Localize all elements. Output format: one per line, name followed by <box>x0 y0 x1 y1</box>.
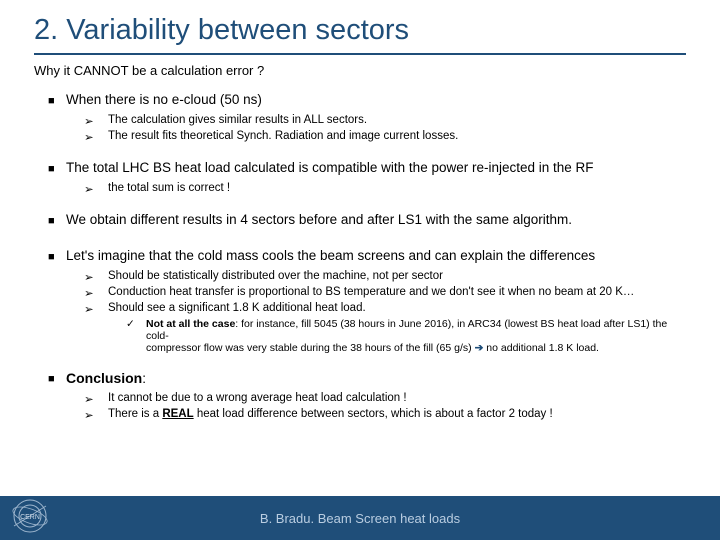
subbullet-row: ➢ It cannot be due to a wrong average he… <box>84 392 686 406</box>
text-part: compressor flow was very stable during t… <box>146 342 475 354</box>
slide-title: 2. Variability between sectors <box>34 14 686 55</box>
chevron-icon: ➢ <box>84 182 108 196</box>
subbullet-row: ➢ The result fits theoretical Synch. Rad… <box>84 130 686 144</box>
cern-logo-icon: CERN <box>10 496 50 536</box>
footer-bar: B. Bradu. Beam Screen heat loads <box>0 496 720 540</box>
text-part: heat load difference between sectors, wh… <box>194 408 553 420</box>
chevron-icon: ➢ <box>84 302 108 316</box>
chevron-icon: ➢ <box>84 286 108 300</box>
bullet-row: ■ Conclusion: <box>48 370 686 388</box>
subbullet-row: ➢ The calculation gives similar results … <box>84 114 686 128</box>
conclusion-label: Conclusion <box>66 370 142 386</box>
square-icon: ■ <box>48 212 66 230</box>
subbullet-text: Conduction heat transfer is proportional… <box>108 286 634 300</box>
svg-text:CERN: CERN <box>20 514 40 521</box>
subbullet-row: ➢ Should be statistically distributed ov… <box>84 270 686 284</box>
bullet-row: ■ The total LHC BS heat load calculated … <box>48 160 686 178</box>
text-part: There is a <box>108 408 162 420</box>
bullet-row: ■ Let's imagine that the cold mass cools… <box>48 248 686 266</box>
slide-subtitle: Why it CANNOT be a calculation error ? <box>34 63 686 78</box>
bullet-row: ■ When there is no e-cloud (50 ns) <box>48 92 686 110</box>
subbullet-row: ➢ Conduction heat transfer is proportion… <box>84 286 686 300</box>
square-icon: ■ <box>48 160 66 178</box>
bullet-text: When there is no e-cloud (50 ns) <box>66 92 262 110</box>
subbullet-text: There is a REAL heat load difference bet… <box>108 408 553 422</box>
subbullet-text: It cannot be due to a wrong average heat… <box>108 392 407 406</box>
chevron-icon: ➢ <box>84 408 108 422</box>
subbullet-row: ➢ There is a REAL heat load difference b… <box>84 408 686 422</box>
bullet-row: ■ We obtain different results in 4 secto… <box>48 212 686 230</box>
subsubbullet-text: Not at all the case: for instance, fill … <box>146 318 686 354</box>
subbullet-text: Should be statistically distributed over… <box>108 270 443 284</box>
bullet-text: We obtain different results in 4 sectors… <box>66 212 572 230</box>
square-icon: ■ <box>48 248 66 266</box>
text-part: no additional 1.8 K load. <box>483 342 599 354</box>
subsubbullet-row: ✓ Not at all the case: for instance, fil… <box>126 318 686 354</box>
chevron-icon: ➢ <box>84 270 108 284</box>
bullet-text: Let's imagine that the cold mass cools t… <box>66 248 595 266</box>
colon: : <box>142 371 146 386</box>
square-icon: ■ <box>48 92 66 110</box>
slide: 2. Variability between sectors Why it CA… <box>0 0 720 540</box>
subbullet-text: The result fits theoretical Synch. Radia… <box>108 130 458 144</box>
subbullet-row: ➢ the total sum is correct ! <box>84 182 686 196</box>
chevron-icon: ➢ <box>84 130 108 144</box>
emphasis: Not at all the case <box>146 318 235 330</box>
square-icon: ■ <box>48 370 66 388</box>
subbullet-row: ➢ Should see a significant 1.8 K additio… <box>84 302 686 316</box>
chevron-icon: ➢ <box>84 392 108 406</box>
conclusion-heading: Conclusion: <box>66 370 146 388</box>
check-icon: ✓ <box>126 318 146 354</box>
bullet-text: The total LHC BS heat load calculated is… <box>66 160 594 178</box>
emphasis: REAL <box>162 408 193 420</box>
chevron-icon: ➢ <box>84 114 108 128</box>
subbullet-text: The calculation gives similar results in… <box>108 114 367 128</box>
subbullet-text: the total sum is correct ! <box>108 182 230 196</box>
subbullet-text: Should see a significant 1.8 K additiona… <box>108 302 366 316</box>
footer-text: B. Bradu. Beam Screen heat loads <box>260 511 460 526</box>
